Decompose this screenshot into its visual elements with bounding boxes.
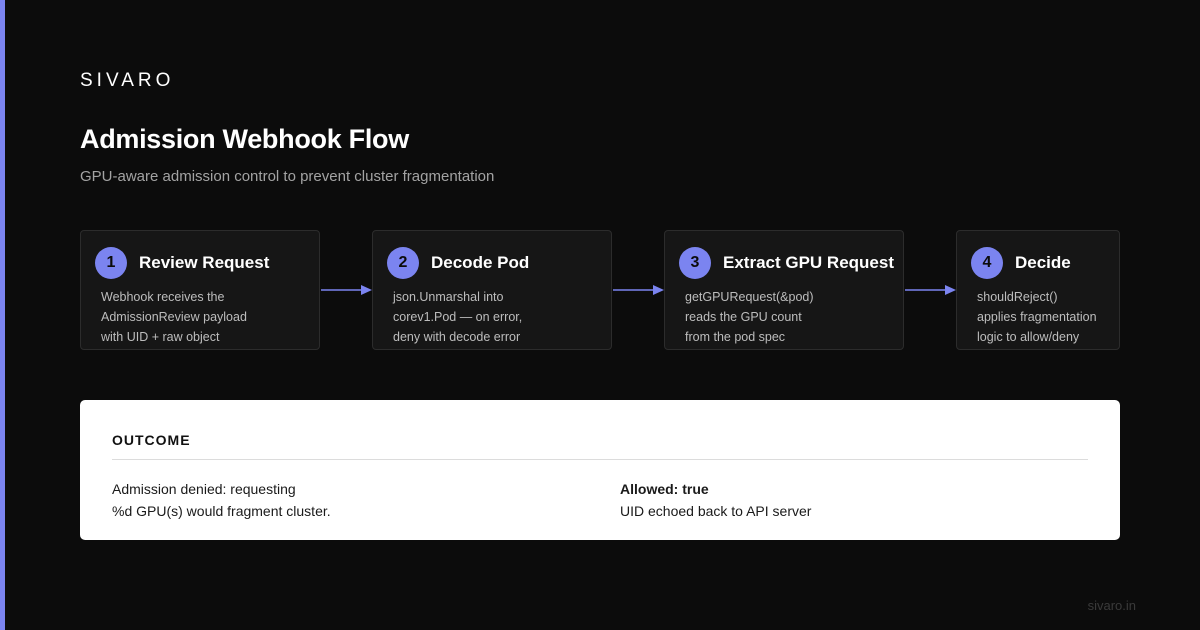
arrow-2-to-3 [613,285,664,295]
outcome-allowed-flag: Allowed: true [620,481,709,497]
outcome-allowed-message: Allowed: true UID echoed back to API ser… [620,478,811,522]
outcome-uid-note: UID echoed back to API server [620,503,812,519]
outcome-denied-message: Admission denied: requesting %d GPU(s) w… [112,478,331,522]
outcome-denied-line: Admission denied: requesting [112,481,296,497]
arrow-3-to-4 [905,285,956,295]
outcome-panel: OUTCOME Admission denied: requesting %d … [80,400,1120,540]
outcome-heading: OUTCOME [112,432,191,448]
footer-url: sivaro.in [1087,598,1136,613]
outcome-divider [112,459,1088,460]
arrow-1-to-2 [321,285,372,295]
outcome-denied-line: %d GPU(s) would fragment cluster. [112,503,331,519]
